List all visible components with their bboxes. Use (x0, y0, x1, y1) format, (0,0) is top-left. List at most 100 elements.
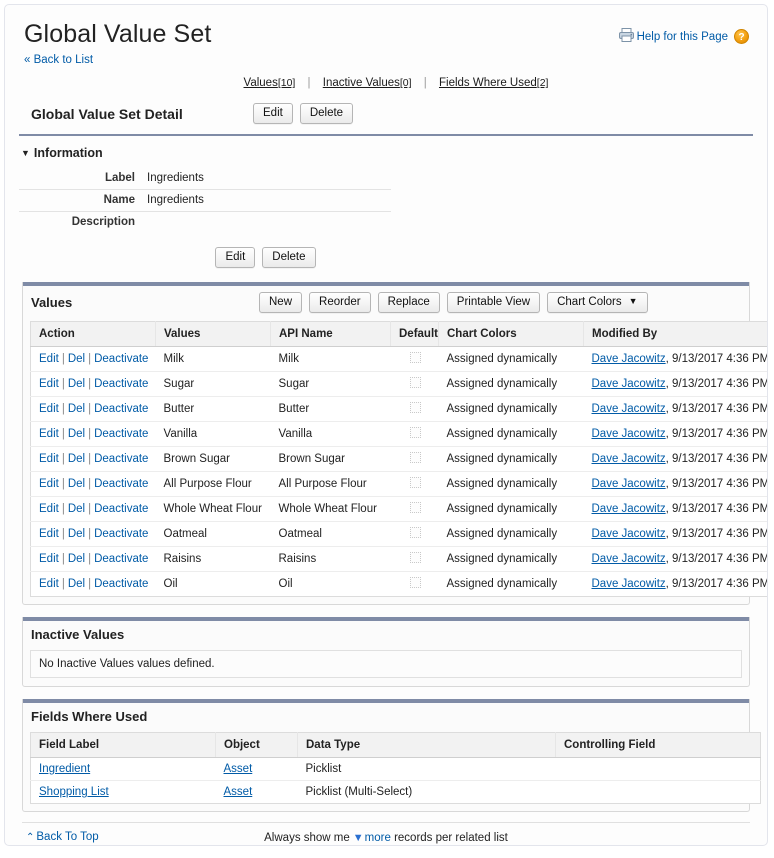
field-row-name: Name Ingredients (19, 190, 391, 212)
modified-by-user-link[interactable]: Dave Jacowitz (592, 553, 666, 565)
row-del-link[interactable]: Del (68, 578, 85, 590)
more-records-link[interactable]: more (365, 832, 391, 844)
row-edit-link[interactable]: Edit (39, 578, 59, 590)
row-del-link[interactable]: Del (68, 553, 85, 565)
detail-edit-button[interactable]: Edit (253, 103, 293, 124)
modified-by-user-link[interactable]: Dave Jacowitz (592, 428, 666, 440)
row-del-link[interactable]: Del (68, 403, 85, 415)
row-edit-link[interactable]: Edit (39, 353, 59, 365)
row-del-link[interactable]: Del (68, 528, 85, 540)
row-deactivate-link[interactable]: Deactivate (94, 503, 148, 515)
fields-col-data-type: Data Type (297, 732, 556, 758)
values-cell-value: Oatmeal (155, 521, 271, 547)
values-col-modified-by: Modified By (583, 321, 767, 347)
row-del-link[interactable]: Del (68, 453, 85, 465)
information-section-header[interactable]: ▼ Information (19, 142, 753, 168)
field-label-link[interactable]: Ingredient (39, 763, 90, 775)
detail-delete-button[interactable]: Delete (299, 103, 354, 124)
information-edit-button[interactable]: Edit (215, 247, 256, 268)
default-checkbox[interactable] (410, 402, 421, 413)
triangle-down-icon[interactable]: ▼ (350, 832, 365, 844)
row-deactivate-link[interactable]: Deactivate (94, 478, 148, 490)
object-link[interactable]: Asset (224, 786, 253, 798)
nav-link-inactive-values[interactable]: Inactive Values (323, 77, 400, 89)
row-edit-link[interactable]: Edit (39, 378, 59, 390)
modified-by-user-link[interactable]: Dave Jacowitz (592, 478, 666, 490)
default-checkbox[interactable] (410, 552, 421, 563)
values-cell-chart-colors: Assigned dynamically (438, 496, 584, 522)
nav-link-values[interactable]: Values (244, 77, 278, 89)
values-cell-action: Edit | Del | Deactivate (30, 546, 156, 572)
help-for-this-page-link[interactable]: Help for this Page (637, 31, 728, 43)
replace-button[interactable]: Replace (377, 292, 440, 313)
default-checkbox[interactable] (410, 502, 421, 513)
object-link[interactable]: Asset (224, 763, 253, 775)
row-deactivate-link[interactable]: Deactivate (94, 528, 148, 540)
collapse-twisty-icon[interactable]: ▼ (21, 148, 30, 158)
row-deactivate-link[interactable]: Deactivate (94, 378, 148, 390)
row-deactivate-link[interactable]: Deactivate (94, 353, 148, 365)
back-to-top-link[interactable]: ⌃ Back To Top (26, 831, 99, 843)
values-cell-modified-by: Dave Jacowitz, 9/13/2017 4:36 PM (583, 471, 767, 497)
chart-colors-dropdown-button[interactable]: Chart Colors ▼ (547, 292, 648, 313)
row-del-link[interactable]: Del (68, 428, 85, 440)
nav-link-fields-where-used[interactable]: Fields Where Used (439, 77, 537, 89)
row-edit-link[interactable]: Edit (39, 503, 59, 515)
table-row: Edit | Del | Deactivate Butter Butter Assigned … (30, 396, 767, 422)
default-checkbox[interactable] (410, 377, 421, 388)
row-deactivate-link[interactable]: Deactivate (94, 578, 148, 590)
modified-by-user-link[interactable]: Dave Jacowitz (592, 378, 666, 390)
modified-by-user-link[interactable]: Dave Jacowitz (592, 503, 666, 515)
default-checkbox[interactable] (410, 527, 421, 538)
field-label-link[interactable]: Shopping List (39, 786, 109, 798)
action-separator: | (88, 428, 92, 440)
modified-by-user-link[interactable]: Dave Jacowitz (592, 528, 666, 540)
row-deactivate-link[interactable]: Deactivate (94, 428, 148, 440)
row-edit-link[interactable]: Edit (39, 553, 59, 565)
row-edit-link[interactable]: Edit (39, 453, 59, 465)
help-question-icon[interactable]: ? (734, 29, 749, 44)
action-separator: | (88, 528, 92, 540)
field-row-description: Description (19, 212, 391, 233)
modified-by-user-link[interactable]: Dave Jacowitz (592, 353, 666, 365)
table-row: Edit | Del | Deactivate Milk Milk Assigned dyna… (30, 346, 767, 372)
default-checkbox[interactable] (410, 427, 421, 438)
chevron-up-icon: ⌃ (26, 832, 35, 843)
printable-view-button[interactable]: Printable View (446, 292, 541, 313)
reorder-button[interactable]: Reorder (309, 292, 371, 313)
nav-separator: | (307, 77, 311, 89)
table-row: Edit | Del | Deactivate Whole Wheat Flour Whol… (30, 496, 767, 522)
row-edit-link[interactable]: Edit (39, 428, 59, 440)
action-separator: | (61, 403, 65, 415)
back-to-list-link[interactable]: « Back to List (19, 54, 93, 66)
values-cell-default (391, 572, 439, 597)
modified-by-user-link[interactable]: Dave Jacowitz (592, 403, 666, 415)
row-edit-link[interactable]: Edit (39, 528, 59, 540)
values-cell-chart-colors: Assigned dynamically (438, 546, 584, 572)
row-deactivate-link[interactable]: Deactivate (94, 403, 148, 415)
row-edit-link[interactable]: Edit (39, 478, 59, 490)
default-checkbox[interactable] (410, 452, 421, 463)
action-separator: | (88, 478, 92, 490)
modified-by-user-link[interactable]: Dave Jacowitz (592, 453, 666, 465)
row-del-link[interactable]: Del (68, 503, 85, 515)
fields-cell-data-type: Picklist (Multi-Select) (305, 786, 413, 798)
row-deactivate-link[interactable]: Deactivate (94, 553, 148, 565)
default-checkbox[interactable] (410, 352, 421, 363)
field-label-label: Label (104, 172, 135, 184)
values-cell-value: Milk (155, 346, 271, 372)
row-deactivate-link[interactable]: Deactivate (94, 453, 148, 465)
default-checkbox[interactable] (410, 477, 421, 488)
printer-icon[interactable] (618, 27, 635, 46)
default-checkbox[interactable] (410, 577, 421, 588)
row-del-link[interactable]: Del (68, 353, 85, 365)
row-edit-link[interactable]: Edit (39, 403, 59, 415)
values-cell-default (390, 546, 439, 572)
values-cell-default (390, 471, 439, 497)
row-del-link[interactable]: Del (68, 478, 85, 490)
values-cell-action: Edit | Del | Deactivate (30, 346, 156, 372)
modified-by-user-link[interactable]: Dave Jacowitz (592, 578, 666, 590)
information-delete-button[interactable]: Delete (262, 247, 316, 268)
new-value-button[interactable]: New (259, 292, 303, 313)
row-del-link[interactable]: Del (68, 378, 85, 390)
